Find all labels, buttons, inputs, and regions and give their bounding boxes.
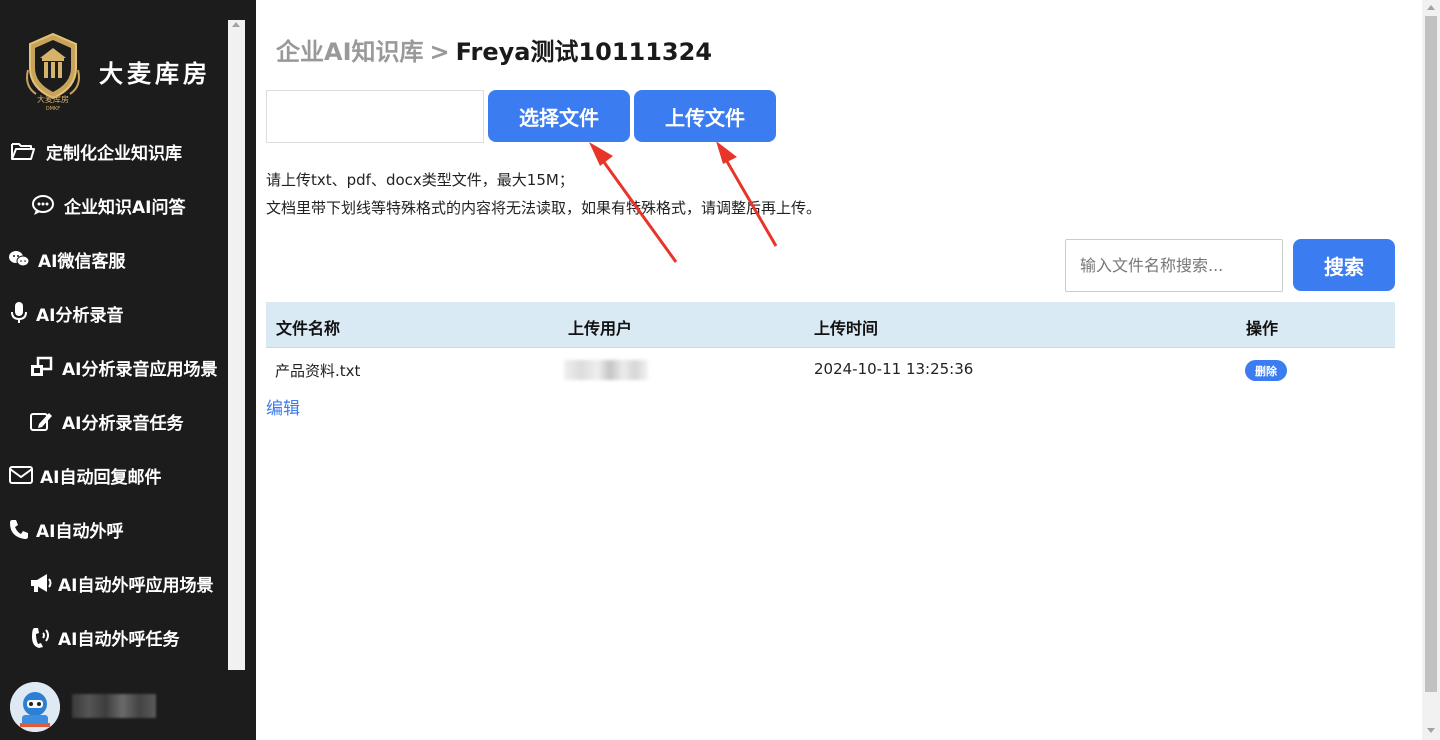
sidebar-item-call-scenes[interactable]: AI自动外呼应用场景: [0, 563, 228, 603]
avatar[interactable]: [10, 682, 60, 732]
sidebar-item-audio-scenes[interactable]: AI分析录音应用场景: [0, 347, 228, 387]
edit-icon: [28, 408, 54, 434]
cell-upload-time: 2024-10-11 13:25:36: [814, 360, 974, 378]
main-content: 企业AI知识库 > Freya测试10111324 选择文件 上传文件 请上传txt…: [256, 0, 1405, 740]
folder-open-icon: [10, 138, 36, 164]
delete-button[interactable]: 删除: [1245, 360, 1287, 381]
sidebar: 大麦库房 DMKF 大麦库房 定制化企业知识库 企业知识AI问答 AI微信客服 …: [0, 0, 256, 740]
sidebar-item-knowledge-qa[interactable]: 企业知识AI问答: [0, 185, 228, 225]
sidebar-item-label: AI自动外呼应用场景: [58, 575, 214, 596]
upload-file-button[interactable]: 上传文件: [634, 90, 776, 142]
sidebar-item-wechat-service[interactable]: AI微信客服: [0, 239, 228, 279]
upload-hint-special-format: 文档里带下划线等特殊格式的内容将无法读取，如果有特殊格式，请调整后再上传。: [266, 199, 822, 217]
column-header-upload-user: 上传用户: [568, 319, 633, 338]
sidebar-item-label: AI自动外呼: [36, 521, 124, 542]
brand-logo: 大麦库房 DMKF: [22, 30, 84, 112]
edit-link[interactable]: 编辑: [266, 394, 300, 419]
sidebar-item-call-tasks[interactable]: AI自动外呼任务: [0, 617, 228, 657]
sidebar-item-audio-analysis[interactable]: AI分析录音: [0, 293, 228, 333]
sidebar-item-knowledge-base[interactable]: 定制化企业知识库: [0, 131, 228, 171]
breadcrumb-parent-link[interactable]: 企业AI知识库: [276, 38, 424, 66]
sidebar-item-label: AI分析录音应用场景: [62, 359, 218, 380]
sidebar-item-label: AI自动外呼任务: [58, 629, 180, 650]
file-search-input[interactable]: [1065, 239, 1283, 292]
select-file-button[interactable]: 选择文件: [488, 90, 630, 142]
page-scroll-up-icon[interactable]: [1427, 5, 1435, 10]
page-title: Freya测试10111324: [455, 38, 713, 66]
table-row: 产品资料.txt 2024-10-11 13:25:36 删除: [266, 348, 1395, 392]
envelope-icon: [8, 462, 34, 488]
logo-emblem-icon: 大麦库房 DMKF: [26, 32, 80, 112]
breadcrumb: 企业AI知识库 > Freya测试10111324: [276, 32, 712, 67]
cell-upload-user-redacted: [564, 360, 648, 380]
megaphone-icon: [28, 570, 54, 596]
selected-file-display[interactable]: [266, 90, 484, 143]
sidebar-item-label: AI分析录音任务: [62, 413, 184, 434]
phone-volume-icon: [28, 624, 54, 650]
upload-hint-formats: 请上传txt、pdf、docx类型文件，最大15M；: [266, 171, 574, 189]
sidebar-scrollbar[interactable]: [228, 20, 245, 670]
column-header-upload-time: 上传时间: [814, 319, 879, 338]
table-header: 文件名称 上传用户 上传时间 操作: [266, 302, 1395, 348]
logo-caption: 大麦库房: [37, 94, 69, 104]
window-restore-icon: [28, 354, 54, 380]
annotation-arrow-upload: [716, 141, 778, 247]
sidebar-item-auto-call[interactable]: AI自动外呼: [0, 509, 228, 549]
phone-icon: [6, 516, 32, 542]
wechat-icon: [6, 246, 32, 272]
sidebar-item-auto-email[interactable]: AI自动回复邮件: [0, 455, 228, 495]
sidebar-item-label: AI分析录音: [36, 305, 124, 326]
user-name-redacted: [72, 694, 156, 718]
column-header-file-name: 文件名称: [276, 319, 341, 338]
cell-file-name: 产品资料.txt: [275, 362, 361, 380]
sidebar-item-label: AI微信客服: [38, 251, 126, 272]
sidebar-item-audio-tasks[interactable]: AI分析录音任务: [0, 401, 228, 441]
chat-bubble-icon: [30, 192, 56, 218]
sidebar-item-label: 定制化企业知识库: [46, 143, 182, 164]
page-gutter: [1405, 0, 1422, 740]
breadcrumb-separator: >: [429, 38, 450, 66]
microphone-icon: [6, 300, 32, 326]
page-scroll-down-icon[interactable]: [1427, 728, 1435, 733]
sidebar-item-label: 企业知识AI问答: [64, 197, 186, 218]
logo-subcaption: DMKF: [46, 106, 60, 112]
sidebar-scroll-up-icon[interactable]: [232, 22, 240, 27]
column-header-actions: 操作: [1246, 319, 1279, 338]
page-scrollbar-thumb[interactable]: [1425, 16, 1437, 692]
search-button[interactable]: 搜索: [1293, 239, 1395, 291]
sidebar-item-label: AI自动回复邮件: [40, 467, 162, 488]
brand-name: 大麦库房: [99, 60, 211, 88]
